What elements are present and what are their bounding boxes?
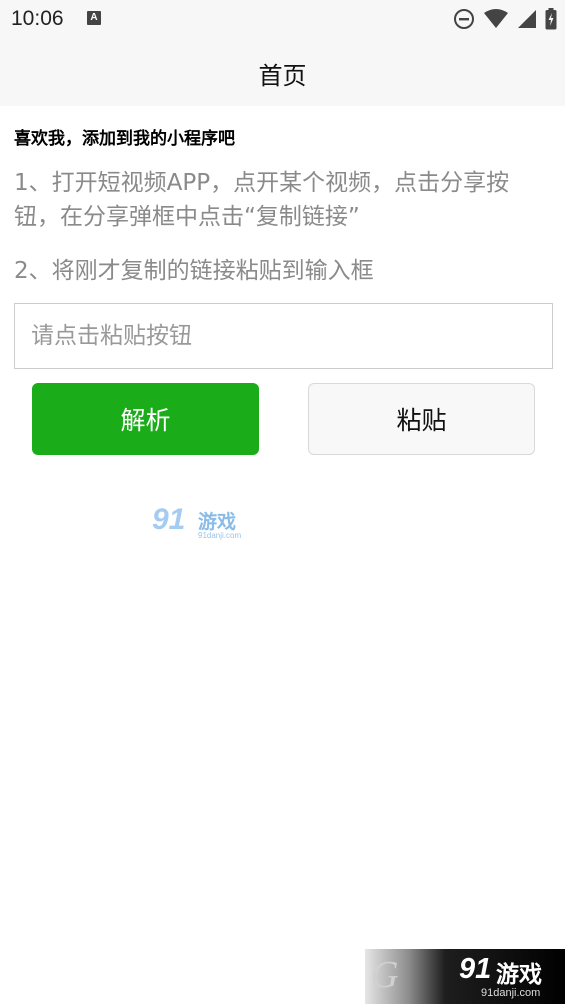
corner-watermark: G 91 游戏 91danji.com: [365, 949, 565, 1004]
corner-watermark-url: 91danji.com: [481, 987, 541, 999]
nav-bar: 首页: [0, 38, 565, 106]
watermark-logo: 91 游戏 91danji.com: [152, 503, 248, 543]
notification-a-icon: A: [87, 11, 101, 25]
parse-button[interactable]: 解析: [32, 383, 259, 455]
status-time: 10:06: [11, 7, 64, 30]
watermark-number: 91: [152, 503, 186, 536]
link-input[interactable]: [14, 303, 553, 369]
wifi-icon: [484, 9, 508, 28]
signal-icon: [518, 10, 536, 28]
status-bar: 10:06 A: [0, 0, 565, 38]
watermark-text: 游戏: [198, 511, 237, 533]
corner-watermark-number: 91: [459, 953, 492, 985]
corner-watermark-g: G: [371, 954, 399, 996]
instruction-step-1: 1、打开短视频APP，点开某个视频，点击分享按钮，在分享弹框中点击“复制链接”: [14, 170, 510, 230]
corner-watermark-text: 游戏: [496, 962, 542, 988]
instruction-step-2: 2、将刚才复制的链接粘贴到输入框: [14, 258, 374, 284]
intro-text: 喜欢我，添加到我的小程序吧: [14, 129, 235, 149]
watermark-url: 91danji.com: [198, 531, 242, 540]
paste-button[interactable]: 粘贴: [308, 383, 535, 455]
page-title: 首页: [258, 62, 307, 90]
battery-charging-icon: [545, 8, 557, 30]
do-not-disturb-icon: [454, 9, 474, 29]
status-icons: [453, 8, 557, 30]
